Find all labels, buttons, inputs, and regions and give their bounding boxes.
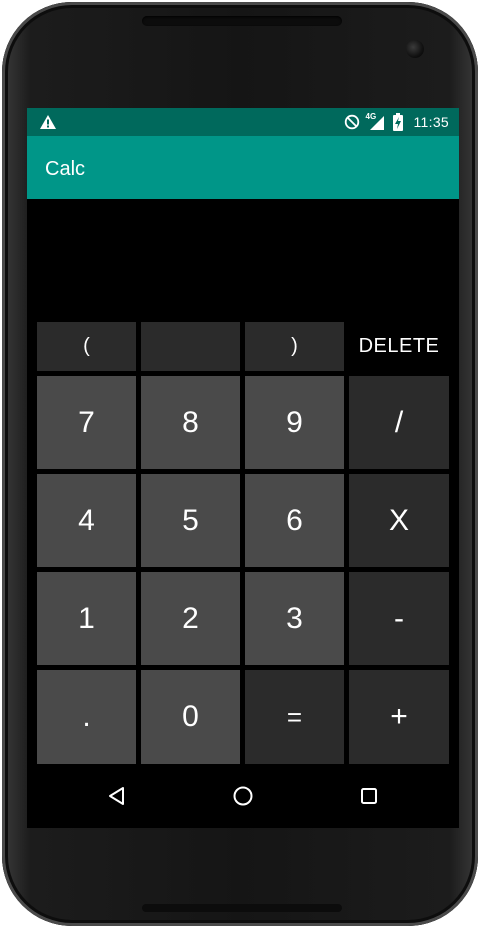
multiply-button[interactable]: X	[349, 474, 449, 567]
back-button[interactable]	[101, 780, 133, 812]
decimal-point-button[interactable]: .	[37, 670, 136, 764]
earpiece-speaker	[142, 16, 342, 26]
keypad: ( ) DELETE 7 8 9 / 4 5 6 X 1 2 3 - . 0 =…	[37, 322, 449, 764]
digit-9-button[interactable]: 9	[245, 376, 344, 469]
app-title: Calc	[45, 158, 86, 180]
recents-icon	[361, 788, 377, 804]
phone-frame: 4G 11:35 Calc () DELETE 7 8 9 / 4 5 6 X…	[2, 2, 478, 926]
back-icon	[109, 787, 124, 805]
digit-8-button[interactable]: 8	[141, 376, 240, 469]
subtract-button[interactable]: -	[349, 572, 449, 665]
digit-1-button[interactable]: 1	[37, 572, 136, 665]
digit-7-button[interactable]: 7	[37, 376, 136, 469]
close-paren-button[interactable]: )	[245, 322, 344, 371]
equals-button[interactable]: =	[245, 670, 344, 764]
warning-icon	[40, 115, 56, 129]
do-not-disturb-icon	[344, 114, 359, 130]
front-camera	[406, 40, 424, 58]
calculator-display	[27, 199, 459, 320]
home-icon	[233, 786, 253, 806]
add-button[interactable]: +	[349, 670, 449, 764]
bottom-speaker	[142, 904, 342, 912]
digit-4-button[interactable]: 4	[37, 474, 136, 567]
digit-0-button[interactable]: 0	[141, 670, 240, 764]
digit-5-button[interactable]: 5	[141, 474, 240, 567]
digit-6-button[interactable]: 6	[245, 474, 344, 567]
navigation-bar	[27, 764, 459, 828]
open-paren-button[interactable]: (	[37, 322, 136, 371]
app-bar: Calc	[27, 136, 459, 199]
status-bar: 4G 11:35	[27, 108, 459, 136]
delete-button[interactable]: DELETE	[349, 322, 449, 371]
screen: 4G 11:35 Calc () DELETE 7 8 9 / 4 5 6 X…	[27, 108, 459, 828]
signal-icon: 4G	[366, 112, 386, 131]
digit-2-button[interactable]: 2	[141, 572, 240, 665]
battery-charging-icon	[392, 113, 403, 131]
status-time: 11:35	[413, 114, 449, 130]
divide-button[interactable]: /	[349, 376, 449, 469]
recents-button[interactable]	[353, 780, 385, 812]
home-button[interactable]	[227, 780, 259, 812]
blank-button[interactable]	[141, 322, 240, 371]
status-icons: 4G 11:35	[344, 108, 450, 136]
digit-3-button[interactable]: 3	[245, 572, 344, 665]
